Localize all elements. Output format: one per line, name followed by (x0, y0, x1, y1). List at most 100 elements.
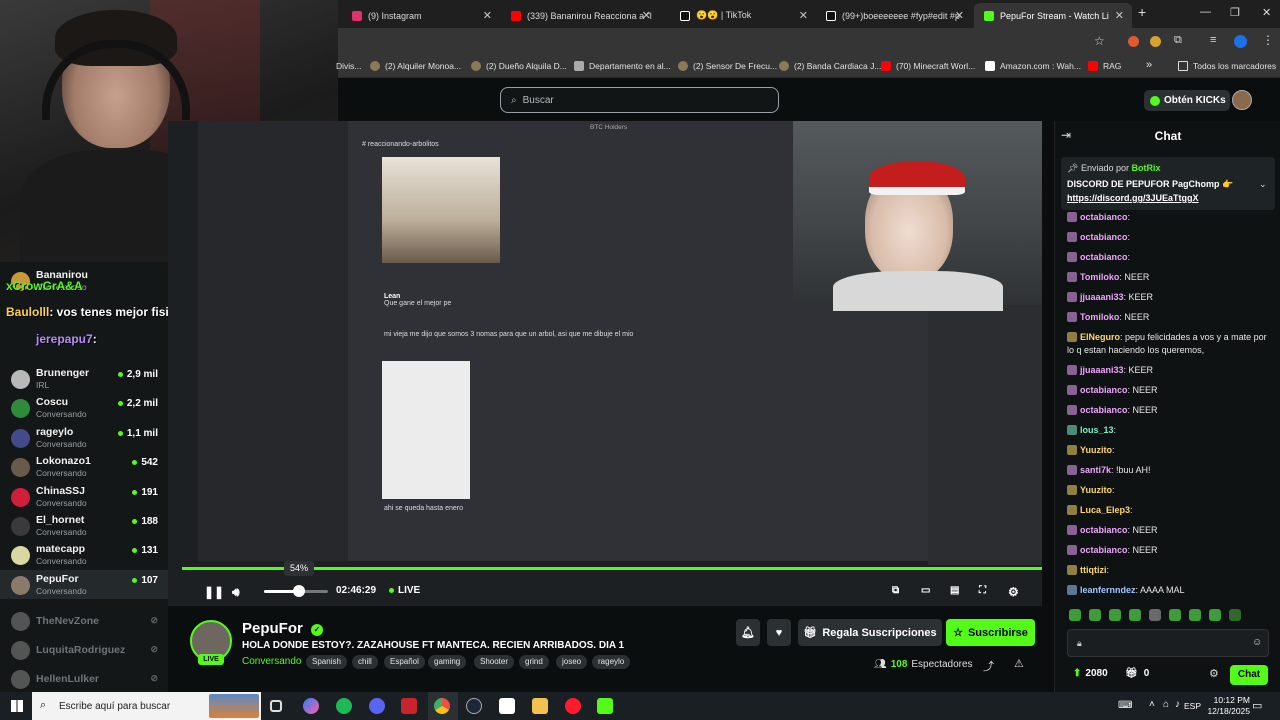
sidebar-channel[interactable]: matecapp Conversando 131 (0, 540, 168, 569)
close-icon[interactable]: ✕ (483, 9, 492, 22)
bookmarks-overflow-icon[interactable]: » (1146, 59, 1152, 71)
get-kicks-button[interactable]: Obtén KICKs (1144, 90, 1230, 111)
notifications-icon[interactable]: ▭ (1252, 699, 1262, 712)
new-tab-button[interactable]: + (1138, 4, 1146, 20)
subscribe-button[interactable]: ☆ Suscribirse (946, 619, 1035, 646)
chat-message[interactable]: Yuuzito: (1067, 444, 1273, 457)
pinned-link[interactable]: https://discord.gg/3JUEaTtggX (1067, 193, 1199, 203)
chat-message[interactable]: Tomiloko: NEER (1067, 311, 1273, 324)
sidebar-channel[interactable]: HellenLulker ⊘ (0, 664, 168, 693)
keyboard-icon[interactable]: ⌨ (1118, 700, 1132, 711)
steam-icon[interactable] (466, 698, 482, 714)
stream-tag[interactable]: Spanish (306, 655, 347, 669)
chat-username[interactable]: octabianco (1080, 232, 1128, 242)
emote-icon[interactable] (1129, 609, 1141, 621)
chat-username[interactable]: octabianco (1080, 545, 1128, 555)
bookmark-item[interactable]: Amazon.com : Wah... (985, 61, 1081, 71)
bookmark-item[interactable]: (2) Banda Cardiaca J... (779, 61, 881, 71)
theater-mode-icon[interactable]: ▤ (950, 585, 959, 596)
follow-heart-button[interactable]: ♥ (767, 619, 791, 646)
chat-message[interactable]: octabianco: (1067, 231, 1273, 244)
browser-tab[interactable]: 😮😮 | TikTok ✕ (670, 3, 816, 28)
network-icon[interactable]: ⌂ (1163, 699, 1169, 710)
stream-tag[interactable]: rageylo (592, 655, 631, 669)
notifications-bell-button[interactable]: 🔔︎ (736, 619, 760, 646)
chat-message[interactable]: octabianco: (1067, 251, 1273, 264)
pinned-message[interactable]: 📌︎ Enviado por BotRix DISCORD DE PEPUFOR… (1061, 157, 1275, 210)
bookmark-item[interactable]: (2) Alquiler Monoa... (370, 61, 461, 71)
user-avatar[interactable] (1232, 90, 1252, 110)
sidebar-channel[interactable]: Lokonazo1 Conversando 542 (0, 452, 168, 481)
extension-icon[interactable] (1150, 36, 1161, 47)
stream-tag[interactable]: Español (384, 655, 425, 669)
sidebar-channel[interactable]: PepuFor Conversando 107 (0, 570, 168, 599)
chat-settings-gear-icon[interactable]: ⚙ (1209, 667, 1219, 680)
all-bookmarks-button[interactable]: Todos los marcadores (1178, 61, 1276, 71)
chat-message[interactable]: lous_13: (1067, 424, 1273, 437)
emote-icon[interactable] (1069, 609, 1081, 621)
volume-icon[interactable]: 🔊︎ (232, 585, 240, 600)
windows-start-icon[interactable] (11, 700, 23, 712)
chat-username[interactable]: Luca_Elep3 (1080, 505, 1130, 515)
settings-gear-icon[interactable]: ⚙ (1008, 585, 1019, 599)
search-input[interactable]: ⌕ Buscar (500, 87, 779, 113)
bookmark-item[interactable]: Divis... (336, 61, 362, 71)
close-icon[interactable]: ✕ (799, 9, 808, 22)
bookmark-item[interactable]: (2) Dueño Alquila D... (471, 61, 567, 71)
close-icon[interactable]: ✕ (642, 9, 651, 22)
chat-message[interactable]: octabianco: NEER (1067, 384, 1273, 397)
emote-icon[interactable] (1169, 609, 1181, 621)
bookmark-star-icon[interactable]: ☆ (1094, 34, 1105, 48)
chat-message[interactable]: santi7k: !buu AH! (1067, 464, 1273, 477)
sidebar-channel[interactable]: TheNevZone ⊘ (0, 606, 168, 635)
browser-tab[interactable]: (99+)boeeeeeee #fyp#edit #p ✕ (816, 3, 972, 28)
chat-username[interactable]: ElNeguro (1080, 332, 1120, 342)
chat-message[interactable]: Luca_Elep3: (1067, 504, 1273, 517)
chat-send-button[interactable]: Chat (1230, 665, 1268, 685)
sidebar-channel[interactable]: ChinaSSJ Conversando 191 (0, 482, 168, 511)
chat-message[interactable]: jjuaaani33: KEER (1067, 364, 1273, 377)
chat-username[interactable]: Tomiloko (1080, 312, 1119, 322)
spotify-icon[interactable] (336, 698, 352, 714)
emote-icon[interactable] (1089, 609, 1101, 621)
pause-button[interactable]: ❚❚ (204, 585, 224, 599)
emote-picker-icon[interactable]: ☺ (1252, 637, 1262, 648)
emote-icon[interactable] (1149, 609, 1161, 621)
stream-tag[interactable]: gaming (428, 655, 467, 669)
chat-username[interactable]: octabianco (1080, 252, 1128, 262)
window-close-icon[interactable]: ✕ (1262, 6, 1271, 19)
chat-message[interactable]: octabianco: NEER (1067, 544, 1273, 557)
chat-username[interactable]: Tomiloko (1080, 272, 1119, 282)
chat-message[interactable]: ttiqtizi: (1067, 564, 1273, 577)
chat-message[interactable]: octabianco: (1067, 211, 1273, 224)
video-player[interactable]: # reaccionando-arbolitos BTC Holders Lea… (168, 121, 1042, 606)
chat-username[interactable]: lous_13 (1080, 425, 1114, 435)
chat-username[interactable]: jjuaaani33 (1080, 292, 1124, 302)
stream-tag[interactable]: joseo (556, 655, 588, 669)
chat-message[interactable]: leanfernndez: AAAA MAL (1067, 584, 1273, 597)
sidebar-channel[interactable]: Brunenger IRL 2,9 mil (0, 364, 168, 393)
picture-in-picture-icon[interactable]: ⧉ (892, 585, 899, 596)
volume-knob[interactable] (292, 585, 305, 597)
emote-icon[interactable] (1189, 609, 1201, 621)
streamer-name[interactable]: PepuFor ✓ (242, 620, 324, 637)
emote-icon[interactable] (1209, 609, 1221, 621)
restore-icon[interactable]: ❐ (1230, 6, 1240, 19)
chat-message-input[interactable]: 🔒︎ ☺ (1067, 629, 1269, 657)
bookmark-item[interactable]: Departamento en al... (574, 61, 671, 71)
taskbar-search-input[interactable]: ⌕ Escribe aquí para buscar (32, 692, 261, 720)
extensions-puzzle-icon[interactable]: ⧉ (1174, 34, 1182, 47)
gift-subscriptions-button[interactable]: 🎁︎ Regala Suscripciones (798, 619, 942, 646)
fullscreen-icon[interactable]: ⛶ (979, 585, 986, 596)
discord-icon[interactable] (369, 698, 385, 714)
emote-icon[interactable] (1229, 609, 1241, 621)
task-view-icon[interactable] (270, 700, 282, 712)
chat-username[interactable]: octabianco (1080, 405, 1128, 415)
stream-tag[interactable]: Shooter (474, 655, 515, 669)
chat-message[interactable]: Yuuzito: (1067, 484, 1273, 497)
chat-message[interactable]: octabianco: NEER (1067, 404, 1273, 417)
chevron-down-icon[interactable]: ⌄ (1259, 179, 1267, 190)
sidebar-channel[interactable]: Bananirou Conversando (0, 266, 168, 295)
bookmark-item[interactable]: RAG (1088, 61, 1121, 71)
bookmark-item[interactable]: (2) Sensor De Frecu... (678, 61, 777, 71)
